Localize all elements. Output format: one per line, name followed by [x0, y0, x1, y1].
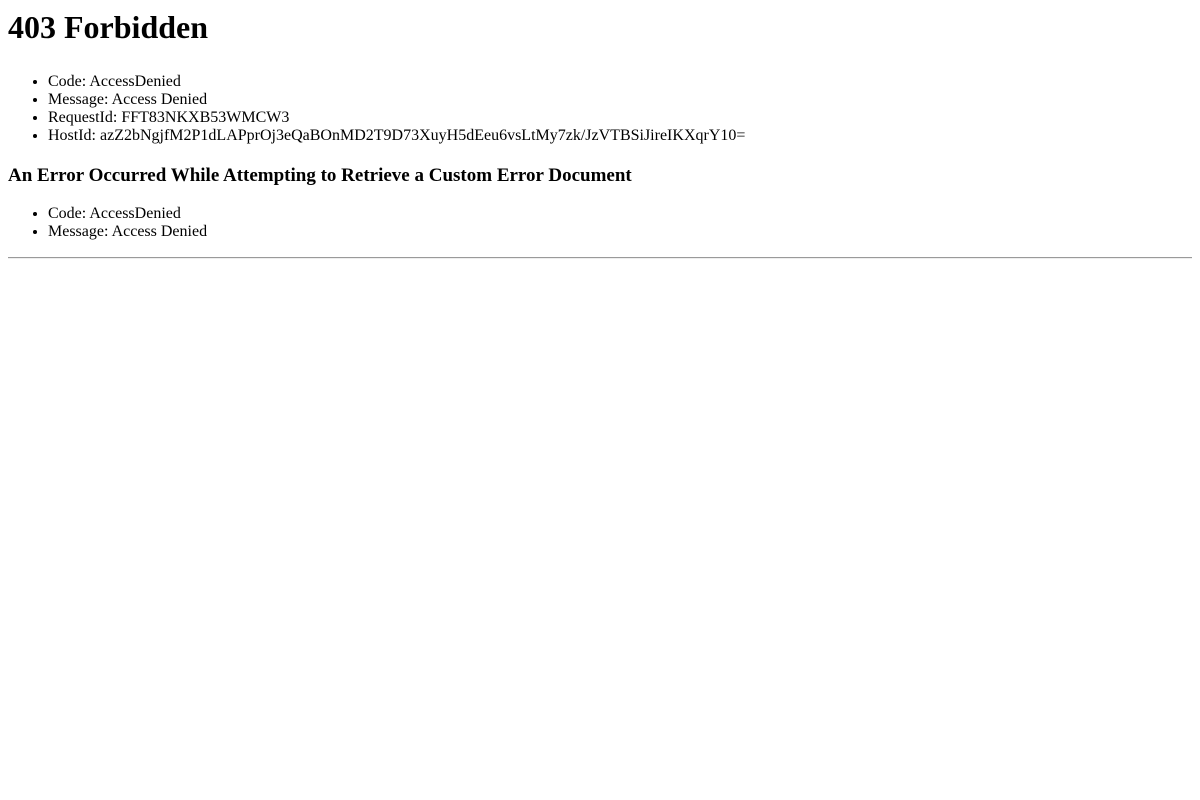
detail-label: Code:: [48, 205, 87, 222]
detail-value: azZ2bNgjfM2P1dLAPprOj3eQaBOnMD2T9D73XuyH…: [100, 127, 746, 144]
page-title: 403 Forbidden: [8, 9, 209, 45]
detail-label: RequestId:: [48, 109, 118, 126]
detail-label: Code:: [48, 73, 87, 90]
error-page: 403 Forbidden Code: AccessDenied Message…: [0, 0, 1200, 267]
detail-value: Access Denied: [111, 223, 208, 240]
detail-value: Access Denied: [111, 91, 208, 108]
detail-value: AccessDenied: [89, 73, 181, 90]
error-code-item: Code: AccessDenied: [48, 73, 1192, 91]
custom-error-heading: An Error Occurred While Attempting to Re…: [8, 165, 632, 186]
detail-label: Message:: [48, 223, 109, 240]
detail-label: HostId:: [48, 127, 96, 144]
host-id-item: HostId: azZ2bNgjfM2P1dLAPprOj3eQaBOnMD2T…: [48, 127, 1192, 145]
error-message-item: Message: Access Denied: [48, 91, 1192, 109]
detail-value: FFT83NKXB53WMCW3: [121, 109, 290, 126]
horizontal-divider: [8, 257, 1192, 259]
error-details-list: Code: AccessDenied Message: Access Denie…: [8, 73, 1192, 145]
custom-error-code-item: Code: AccessDenied: [48, 205, 1192, 223]
custom-error-details-list: Code: AccessDenied Message: Access Denie…: [8, 205, 1192, 241]
detail-label: Message:: [48, 91, 109, 108]
detail-value: AccessDenied: [89, 205, 181, 222]
request-id-item: RequestId: FFT83NKXB53WMCW3: [48, 109, 1192, 127]
custom-error-message-item: Message: Access Denied: [48, 223, 1192, 241]
